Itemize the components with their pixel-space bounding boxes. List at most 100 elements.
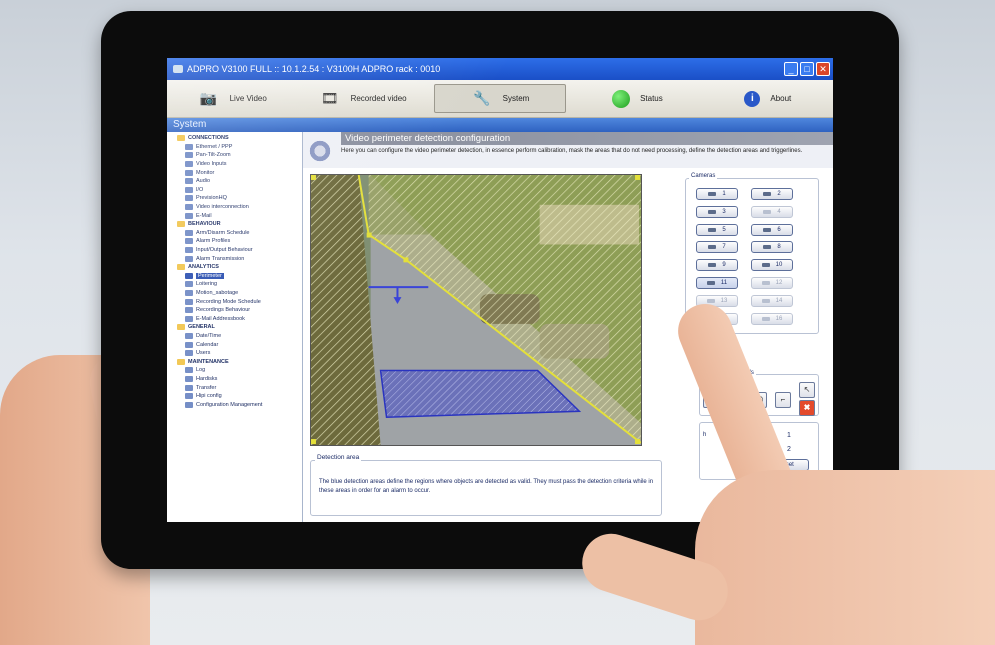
detection-area-legend: Detection area [315,454,362,461]
camera-button[interactable]: 10 [751,259,793,272]
settings-page-icon [185,178,193,185]
wrench-icon: 🔧 [472,90,491,106]
camera-button-label: 6 [777,226,781,233]
tree-item[interactable]: Input/Output Behaviour [171,246,302,255]
tree-item[interactable]: Alarm Profiles [171,237,302,246]
toolbar-recorded-video[interactable]: 🎞 Recorded video [297,80,427,117]
toolbar-label: Live Video [229,94,267,103]
tree-item[interactable]: Users [171,349,302,358]
gear-icon [307,138,333,164]
camera-icon [761,298,770,303]
tree-item[interactable]: ANALYTICS [171,263,302,272]
tree-item-label: Configuration Management [196,401,263,408]
camera-button[interactable]: 2 [751,188,793,200]
camera-button[interactable]: 6 [751,223,793,236]
settings-page-icon [185,272,193,279]
camera-button[interactable]: 4 [751,205,793,218]
settings-page-icon [185,384,193,391]
camera-button[interactable]: 14 [751,294,793,307]
settings-page-icon [185,315,193,322]
tree-item[interactable]: PrevisionHQ [171,194,302,203]
camera-button[interactable]: 3 [696,205,738,218]
tree-item[interactable]: Arm/Disarm Schedule [171,229,302,238]
camera-icon [763,227,772,232]
tree-item[interactable]: Video interconnection [171,203,302,212]
camera-button[interactable]: 12 [751,277,793,289]
settings-page-icon [185,204,193,211]
camera-button-label: 1 [722,191,726,197]
tree-item[interactable]: E-Mail Addressbook [171,314,302,323]
camera-button-label: 13 [720,297,728,304]
tree-item[interactable]: Recording Mode Schedule [171,297,302,306]
tree-item[interactable]: Configuration Management [171,400,302,409]
tree-item[interactable]: Ethernet / PPP [171,143,302,152]
stat-value-1: 1 [787,432,791,439]
tree-item[interactable]: Hipi config [171,392,302,401]
camera-button[interactable]: 1 [696,188,738,200]
tree-item-label: Loitering [196,281,218,288]
tree-item[interactable]: Perimeter [171,272,302,281]
tree-item-label: Calendar [196,341,219,348]
tree-item-label: Date/Time [196,332,222,339]
camera-button[interactable]: 5 [696,223,738,236]
tree-item[interactable]: Video Inputs [171,160,302,169]
settings-page-icon [185,307,193,314]
camera-button[interactable]: 11 [696,277,738,289]
tree-item[interactable]: Motion_sabotage [171,289,302,298]
tree-item[interactable]: Audio [171,177,302,186]
tree-item[interactable]: Pan-Tilt-Zoom [171,151,302,160]
tree-item-label: Recordings Behaviour [196,307,251,314]
tree-item[interactable]: GENERAL [171,323,302,332]
toolbar-live-video[interactable]: 📷 Live Video [167,80,297,117]
tree-item[interactable]: Recordings Behaviour [171,306,302,315]
camera-icon [763,192,772,196]
tree-item-label: Monitor [196,169,215,176]
camera-button[interactable]: 16 [751,312,793,325]
tree-item[interactable]: I/O [171,186,302,195]
video-view[interactable] [310,174,642,446]
toolbar-status[interactable]: Status [572,80,702,117]
tree-item-label: Perimeter [196,272,224,279]
content-header: Video perimeter detection configuration … [303,132,833,168]
tree-item-label: CONNECTIONS [188,135,229,142]
camera-button-label: 14 [775,297,783,304]
toolbar-about[interactable]: i About [703,80,833,117]
tree-item[interactable]: E-Mail [171,211,302,220]
camera-button-label: 12 [775,280,783,286]
minimize-button[interactable]: _ [784,62,798,76]
tree-item-label: I/O [196,186,204,193]
delete-icon[interactable]: ✖ [799,400,815,416]
maximize-button[interactable]: □ [800,62,814,76]
tree-item[interactable]: Alarm Transmission [171,254,302,263]
tree-item-label: Transfer [196,384,217,391]
tree-item[interactable]: MAINTENANCE [171,357,302,366]
tree-item[interactable]: Loitering [171,280,302,289]
draw-line-tool[interactable]: ⌐ [775,392,791,408]
camera-button-label: 5 [722,226,726,233]
camera-button[interactable]: 7 [696,241,738,254]
camera-button-label: 4 [777,208,781,215]
window-title: ADPRO V3100 FULL :: 10.1.2.54 : V3100H A… [187,64,441,74]
tree-item-label: Hipi config [196,393,222,400]
tree-item-label: BEHAVIOUR [188,221,221,228]
tree-item[interactable]: Log [171,366,302,375]
tree-item[interactable]: Transfer [171,383,302,392]
settings-page-icon [185,143,193,150]
camera-button[interactable]: 9 [696,259,738,272]
arrow-cursor-icon[interactable]: ↖ [799,382,815,398]
tree-item[interactable]: Calendar [171,340,302,349]
tree-item[interactable]: BEHAVIOUR [171,220,302,229]
camera-button[interactable]: 8 [751,241,793,254]
tree-item[interactable]: Date/Time [171,332,302,341]
tree-item[interactable]: Hardisks [171,375,302,384]
window-titlebar: ADPRO V3100 FULL :: 10.1.2.54 : V3100H A… [167,58,833,80]
close-button[interactable]: ✕ [816,62,830,76]
folder-icon [177,324,185,331]
camera-button-label: 10 [775,262,783,269]
tree-item[interactable]: Monitor [171,168,302,177]
right-hand [695,470,995,645]
toolbar-system[interactable]: 🔧 System [433,84,567,113]
camera-icon [763,245,772,250]
tree-item[interactable]: CONNECTIONS [171,134,302,143]
folder-icon [177,221,185,228]
